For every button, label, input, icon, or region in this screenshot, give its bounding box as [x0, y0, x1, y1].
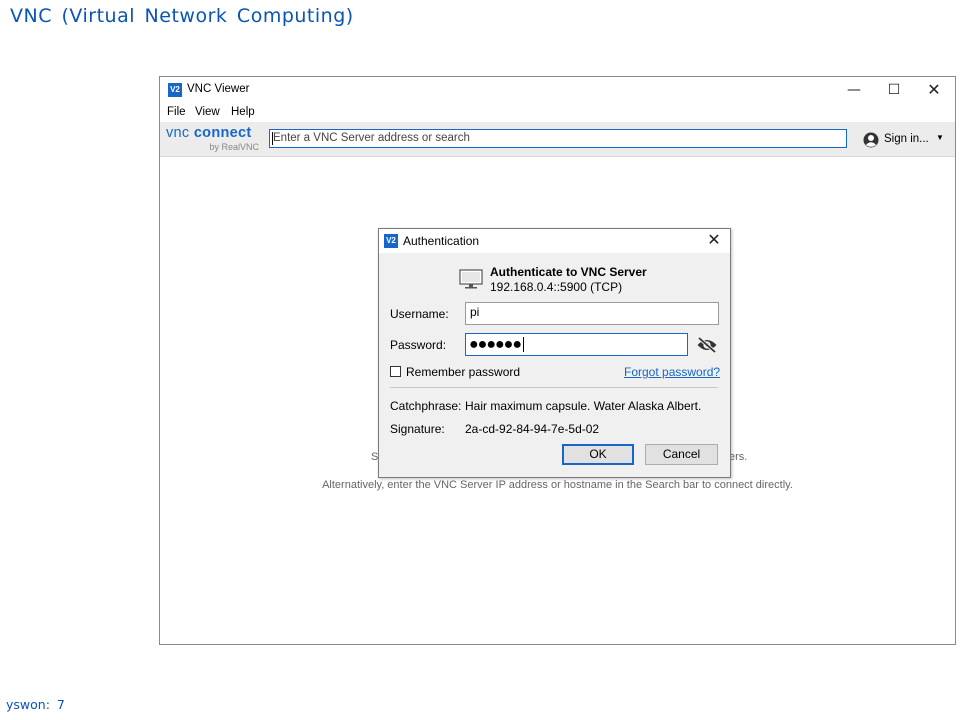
signature-label: Signature: — [390, 422, 445, 436]
authentication-dialog: V2 Authentication ✕ Authenticate to VNC … — [378, 228, 731, 478]
search-input[interactable]: Enter a VNC Server address or search — [269, 129, 847, 148]
menu-view[interactable]: View — [195, 106, 220, 118]
dialog-divider — [390, 387, 718, 388]
page-title: VNC (Virtual Network Computing) — [10, 5, 354, 27]
footer-note: yswon: 7 — [6, 697, 65, 712]
background-hint-line2: Alternatively, enter the VNC Server IP a… — [322, 479, 793, 491]
server-title: Authenticate to VNC Server — [490, 265, 647, 279]
server-address: 192.168.0.4::5900 (TCP) — [490, 280, 623, 294]
catchphrase-value: Hair maximum capsule. Water Alaska Alber… — [465, 399, 702, 413]
chevron-down-icon[interactable]: ▼ — [936, 133, 944, 142]
eye-slash-icon[interactable] — [696, 337, 718, 353]
menu-bar: File View Help — [160, 104, 955, 122]
username-label: Username: — [390, 307, 449, 321]
maximize-button[interactable]: ☐ — [874, 77, 914, 103]
vnc-app-icon: V2 — [384, 234, 398, 248]
minimize-button[interactable]: — — [834, 77, 874, 103]
remember-password-checkbox[interactable] — [390, 366, 401, 377]
monitor-icon — [459, 269, 483, 289]
close-icon[interactable]: ✕ — [699, 229, 729, 253]
window-title: VNC Viewer — [187, 83, 250, 95]
username-field[interactable]: pi — [465, 302, 719, 325]
close-window-button[interactable]: ✕ — [914, 77, 954, 103]
cancel-button[interactable]: Cancel — [645, 444, 718, 465]
password-field[interactable]: ●●●●●● — [465, 333, 688, 356]
dialog-title: Authentication — [403, 234, 480, 248]
sign-in-label: Sign in... — [884, 133, 929, 145]
dialog-titlebar: V2 Authentication ✕ — [379, 229, 730, 253]
menu-help[interactable]: Help — [231, 106, 255, 118]
logo-text: vnc connect — [166, 125, 252, 141]
vnc-app-icon: V2 — [168, 83, 182, 97]
user-icon — [863, 132, 879, 148]
logo-vnc: vnc — [166, 125, 190, 141]
menu-file[interactable]: File — [167, 106, 186, 118]
window-titlebar: V2 VNC Viewer — ☐ ✕ — [160, 77, 955, 103]
ok-button[interactable]: OK — [562, 444, 634, 465]
catchphrase-label: Catchphrase: — [390, 399, 462, 413]
logo-subtitle: by RealVNC — [209, 142, 259, 152]
background-hint-end: ers. — [729, 451, 748, 463]
forgot-password-link[interactable]: Forgot password? — [624, 365, 720, 379]
signature-value: 2a-cd-92-84-94-7e-5d-02 — [465, 422, 600, 436]
password-label: Password: — [390, 338, 447, 352]
remember-password-label[interactable]: Remember password — [406, 365, 520, 379]
vnc-connect-logo: vnc connect by RealVNC — [166, 125, 261, 153]
toolbar: vnc connect by RealVNC Enter a VNC Serve… — [160, 122, 955, 157]
logo-connect: connect — [193, 125, 252, 141]
